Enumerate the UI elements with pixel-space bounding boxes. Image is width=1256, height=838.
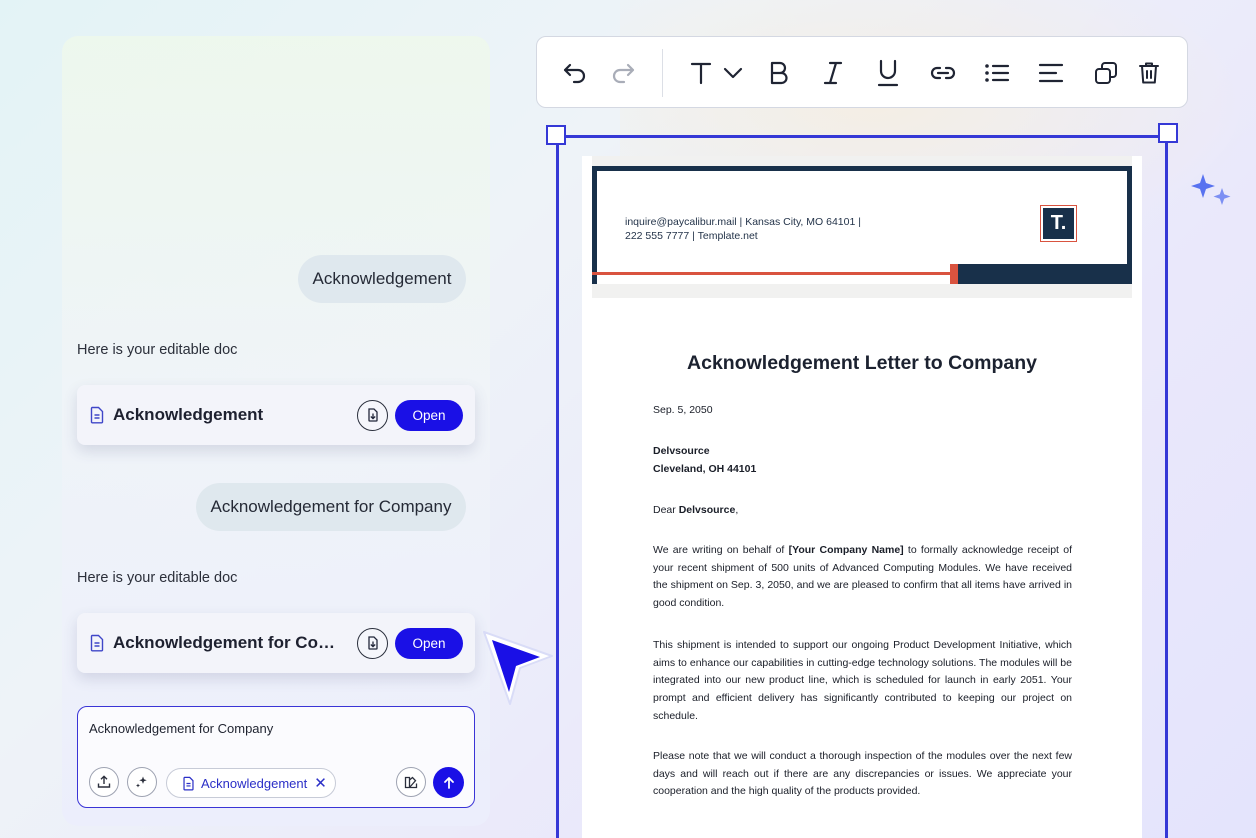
chevron-down-icon — [723, 67, 743, 79]
assistant-message-text: Here is your editable doc — [77, 342, 238, 358]
resize-handle-top-left[interactable] — [546, 125, 566, 145]
user-message-bubble: Acknowledgement — [298, 255, 466, 303]
doc-result-card[interactable]: Acknowledgement Open — [77, 385, 475, 445]
user-message-text: Acknowledgement for Company — [210, 497, 452, 516]
ai-enhance-button[interactable] — [127, 767, 157, 797]
duplicate-icon — [1095, 62, 1117, 84]
user-message-bubble: Acknowledgement for Company — [196, 483, 466, 531]
document-icon — [183, 776, 194, 790]
download-icon — [367, 408, 378, 422]
link-icon — [930, 66, 956, 80]
open-button[interactable]: Open — [395, 399, 463, 431]
link-button[interactable] — [927, 57, 959, 89]
text-style-icon — [690, 62, 712, 85]
arrow-up-icon — [443, 776, 454, 789]
composer-input[interactable]: Acknowledgement for Company — [89, 721, 273, 736]
chat-composer[interactable]: Acknowledgement for Company Acknowledgem… — [77, 706, 475, 808]
cursor-pointer-icon — [483, 631, 553, 705]
bullet-list-button[interactable] — [981, 57, 1013, 89]
send-button[interactable] — [433, 767, 464, 798]
redo-icon — [612, 63, 635, 84]
text-style-button[interactable] — [685, 57, 717, 89]
align-button[interactable] — [1035, 57, 1067, 89]
redo-button[interactable] — [607, 57, 639, 89]
delete-icon — [1139, 62, 1159, 84]
resize-handle-top-right[interactable] — [1158, 123, 1178, 143]
download-button[interactable] — [357, 627, 388, 659]
sparkle-icon — [136, 776, 147, 788]
doc-result-title: Acknowledgement for Comp... — [113, 633, 347, 652]
underline-button[interactable] — [872, 57, 904, 89]
attachment-chip[interactable]: Acknowledgement ✕ — [166, 768, 336, 798]
attachment-chip-label: Acknowledgement — [201, 775, 308, 791]
duplicate-button[interactable] — [1090, 57, 1122, 89]
bullet-list-icon — [985, 64, 1010, 82]
open-button[interactable]: Open — [395, 627, 463, 659]
bold-button[interactable] — [763, 57, 795, 89]
sparkle-icon — [1191, 174, 1231, 205]
document-icon — [90, 634, 104, 652]
italic-button[interactable] — [817, 57, 849, 89]
selection-frame[interactable] — [556, 135, 1168, 838]
user-message-text: Acknowledgement — [312, 269, 452, 288]
remove-attachment-icon[interactable]: ✕ — [314, 774, 327, 792]
assistant-message-text: Here is your editable doc — [77, 570, 238, 586]
undo-icon — [563, 63, 586, 84]
upload-icon — [97, 775, 111, 788]
doc-result-title: Acknowledgement — [113, 405, 264, 424]
editor-toolbar — [536, 36, 1188, 108]
italic-icon — [823, 61, 843, 85]
bold-icon — [770, 61, 788, 85]
document-icon — [90, 406, 104, 424]
undo-button[interactable] — [559, 57, 591, 89]
delete-button[interactable] — [1133, 57, 1165, 89]
doc-result-card[interactable]: Acknowledgement for Comp... Open — [77, 613, 475, 673]
toolbar-divider — [662, 49, 663, 97]
templates-button[interactable] — [396, 767, 426, 797]
download-button[interactable] — [357, 399, 388, 431]
upload-button[interactable] — [89, 767, 119, 797]
palette-icon — [404, 776, 418, 789]
align-left-icon — [1038, 63, 1064, 83]
download-icon — [367, 636, 378, 650]
underline-icon — [877, 59, 899, 87]
text-style-dropdown[interactable] — [717, 57, 749, 89]
